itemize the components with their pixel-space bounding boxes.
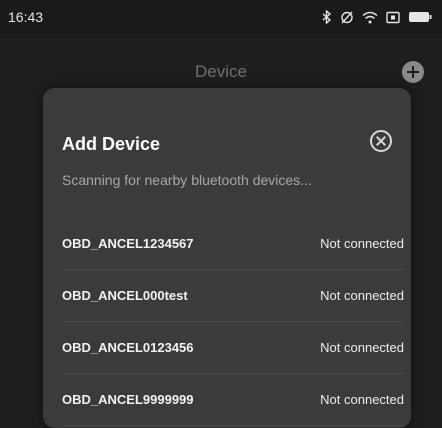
connection-status: Not connected [320,392,404,407]
status-icons [322,10,432,24]
alarm-off-icon [340,10,354,24]
close-button[interactable] [370,130,392,152]
device-list: OBD_ANCEL1234567 Not connected OBD_ANCEL… [43,218,411,426]
device-name: OBD_ANCEL000test [62,288,188,303]
dialog-title: Add Device [62,134,161,154]
device-name: OBD_ANCEL0123456 [62,340,194,355]
connection-status: Not connected [320,236,404,251]
device-name: OBD_ANCEL9999999 [62,392,194,407]
battery-icon [408,11,432,23]
sim-icon [386,11,400,24]
add-device-dialog: Add Device Scanning for nearby bluetooth… [43,88,411,428]
bluetooth-icon [322,10,332,24]
app-header: Device [0,50,442,90]
page-title: Device [195,62,247,81]
wifi-icon [362,11,378,24]
device-name: OBD_ANCEL1234567 [62,236,194,251]
device-row[interactable]: OBD_ANCEL9999999 Not connected [62,374,404,426]
status-bar: 16:43 [0,0,442,34]
device-row[interactable]: OBD_ANCEL0123456 Not connected [62,322,404,374]
scanning-status-text: Scanning for nearby bluetooth devices... [62,172,312,188]
device-row[interactable]: OBD_ANCEL1234567 Not connected [62,218,404,270]
status-time: 16:43 [8,9,44,25]
connection-status: Not connected [320,340,404,355]
add-device-button[interactable] [402,61,424,83]
device-row[interactable]: OBD_ANCEL000test Not connected [62,270,404,322]
connection-status: Not connected [320,288,404,303]
